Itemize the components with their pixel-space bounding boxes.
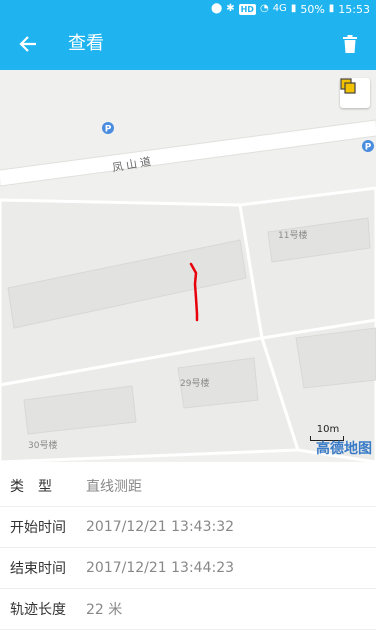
info-row-track-length: 轨迹长度 22 米 [0,589,376,630]
signal-icon: ▮ [290,3,297,14]
svg-text:P: P [105,125,112,135]
bluetooth-icon: ✱ [226,3,235,14]
hd-badge: HD [238,3,256,15]
info-value: 22 米 [86,602,123,618]
layers-icon [340,78,356,94]
info-value: 2017/12/21 13:44:23 [86,560,235,576]
info-label: 轨迹长度 [10,602,66,618]
map-view[interactable]: P P 凤山道 11号楼 29号楼 30号楼 10m 高德地图 [0,70,376,462]
map-canvas: P P [0,70,376,462]
info-value: 2017/12/21 13:43:32 [86,519,235,535]
status-bar: ⬤ ✱ HD ◔ 4G ▮ 50% ▮ 15:53 [0,0,376,18]
building-label: 30号楼 [28,441,58,451]
wifi-icon: ◔ [259,3,269,14]
delete-button[interactable] [334,28,366,60]
arrow-left-icon [19,36,36,52]
info-row-start-time: 开始时间 2017/12/21 13:43:32 [0,507,376,548]
info-row-end-time: 结束时间 2017/12/21 13:44:23 [0,548,376,589]
map-brand-logo: 高德地图 [316,441,372,457]
building-label: 11号楼 [278,231,308,241]
battery-icon: ▮ [328,3,335,14]
info-label: 结束时间 [10,561,66,577]
back-button[interactable] [12,28,44,60]
info-row-type: 类型 直线测距 [0,466,376,507]
page-title: 查看 [68,33,104,54]
toolbar: 查看 [0,18,376,70]
info-label: 类型 [10,479,66,495]
info-value: 直线测距 [86,479,142,495]
clock: 15:53 [338,2,370,16]
info-label: 开始时间 [10,520,66,536]
svg-text:P: P [365,143,372,153]
building-label: 29号楼 [180,379,210,389]
layer-toggle-button[interactable] [340,78,370,108]
track-info: 类型 直线测距 开始时间 2017/12/21 13:43:32 结束时间 20… [0,466,376,630]
battery-percent: 50% [300,2,325,16]
location-icon: ⬤ [211,3,223,14]
trash-icon [343,35,357,53]
network-label: 4G [272,3,287,14]
